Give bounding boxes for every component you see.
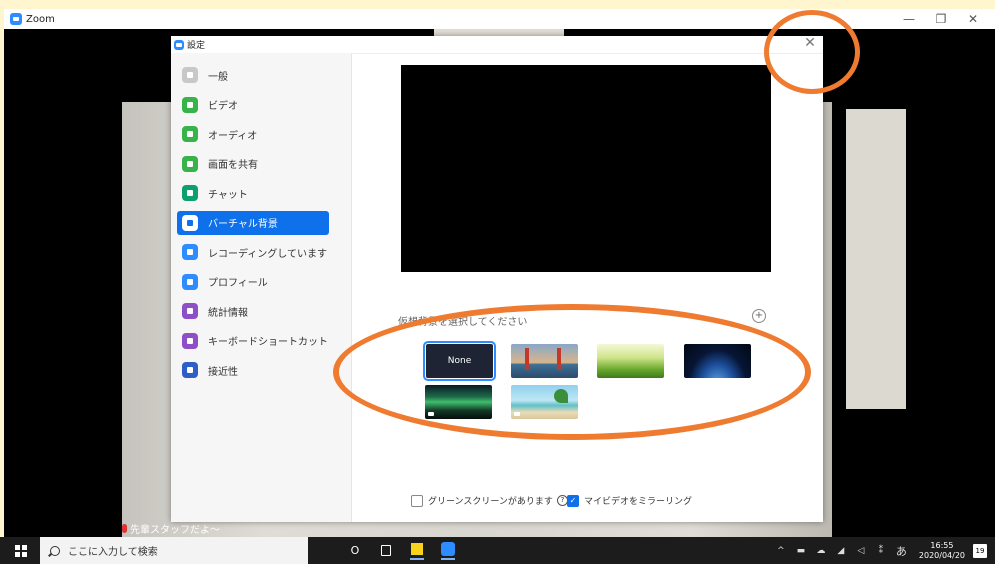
taskbar-search[interactable]: ここに入力して検索 [40,537,308,564]
mirror-video-option[interactable]: ✓ マイビデオをミラーリング [567,494,692,507]
sidebar-item[interactable]: 接近性 [177,358,329,382]
record-icon [182,244,198,260]
green-screen-checkbox[interactable] [411,494,423,507]
sidebar-item[interactable]: ビデオ [177,93,329,117]
volume-icon[interactable]: ◁ [856,546,866,556]
window-controls: — ❐ ✕ [893,9,989,29]
onedrive-cloud-icon[interactable]: ☁ [816,546,826,556]
add-background-button[interactable]: + [752,309,766,323]
zoom-logo-icon [174,39,184,50]
taskbar: ここに入力して検索 O ^ ▬ ☁ ◢ ◁ ⁑ あ 16:55 2020/04/… [0,537,995,564]
profile-icon [182,273,198,290]
statistics-icon [182,303,198,319]
ime-mode[interactable]: あ [896,543,907,559]
settings-dialog: 設定 ✕ 一般ビデオオーディオ画面を共有チャットバーチャル背景レコーディングして… [171,35,823,522]
sidebar-item[interactable]: チャット [177,181,329,205]
sidebar-item-label: チャット [208,189,248,201]
video-background-side [846,109,906,409]
task-view-icon[interactable] [379,544,393,558]
green-screen-option[interactable]: グリーンスクリーンがあります ? [411,494,568,507]
restore-button[interactable]: ❐ [925,9,957,29]
settings-title: 設定 [187,41,206,51]
sidebar-item-label: バーチャル背景 [208,219,278,230]
video-icon [182,96,198,113]
sidebar-item[interactable]: レコーディングしています [177,240,329,264]
system-tray: ^ ▬ ☁ ◢ ◁ ⁑ あ 16:55 2020/04/20 19 [771,537,995,564]
window-close-button[interactable]: ✕ [957,9,989,29]
zoom-taskbar-icon[interactable] [441,541,455,560]
sidebar-item-label: 画面を共有 [208,160,258,171]
keyboard-icon [182,332,198,349]
mic-muted-icon [122,524,127,533]
sidebar-item[interactable]: バーチャル背景 [177,210,329,235]
sidebar-item-label: プロフィール [208,278,268,289]
sidebar-item-label: 統計情報 [208,307,248,319]
participant-name: 先輩スタッフだよ〜 [130,525,220,536]
mirror-video-checkbox[interactable]: ✓ [567,494,579,507]
annotation-circle-close [764,10,860,94]
mirror-video-label: マイビデオをミラーリング [584,497,693,507]
annotation-circle-backgrounds [333,304,811,440]
sidebar-item-label: 接近性 [208,366,238,378]
minimize-button[interactable]: — [893,9,925,29]
cortana-icon[interactable]: O [348,544,362,558]
sidebar-item[interactable]: キーボードショートカット [177,329,329,353]
accessibility-icon [182,362,198,378]
sidebar-item[interactable]: 画面を共有 [177,152,329,176]
notification-center-icon[interactable]: 19 [973,543,987,558]
sidebar-item-label: オーディオ [208,130,258,142]
sidebar-item-label: レコーディングしています [208,248,327,260]
windows-start-icon[interactable] [15,544,27,557]
battery-icon[interactable]: ▬ [796,546,806,556]
zoom-logo-icon [10,13,22,25]
clock-time: 16:55 [930,540,954,550]
chat-icon [182,185,198,201]
sidebar-item-label: ビデオ [208,101,238,112]
sidebar-item-label: キーボードショートカット [208,337,328,348]
settings-titlebar: 設定 ✕ [171,35,823,54]
clock-date: 2020/04/20 [918,550,965,560]
show-hidden-icons-chevron[interactable]: ^ [776,546,786,556]
input-method-icon[interactable]: ⁑ [876,546,886,556]
participant-name-tag: 先輩スタッフだよ〜 [122,521,220,536]
sticky-notes-icon[interactable] [410,542,424,560]
wifi-icon[interactable]: ◢ [836,546,846,556]
virtual-background-icon [182,214,198,231]
green-screen-label: グリーンスクリーンがあります [428,497,553,507]
sidebar-item[interactable]: プロフィール [177,270,329,294]
search-icon [50,545,60,556]
headphones-icon [182,126,198,142]
gear-icon [182,67,198,83]
sidebar-item-label: 一般 [208,71,228,83]
search-placeholder: ここに入力して検索 [68,547,158,558]
clock[interactable]: 16:55 2020/04/20 [919,541,965,561]
share-screen-icon [182,155,198,172]
window-title: Zoom [26,13,55,25]
sidebar-item[interactable]: 統計情報 [177,299,329,323]
video-preview [401,65,771,272]
sidebar-item[interactable]: 一般 [177,63,329,87]
sidebar-item[interactable]: オーディオ [177,122,329,146]
settings-sidebar: 一般ビデオオーディオ画面を共有チャットバーチャル背景レコーディングしています プロ… [171,53,352,522]
